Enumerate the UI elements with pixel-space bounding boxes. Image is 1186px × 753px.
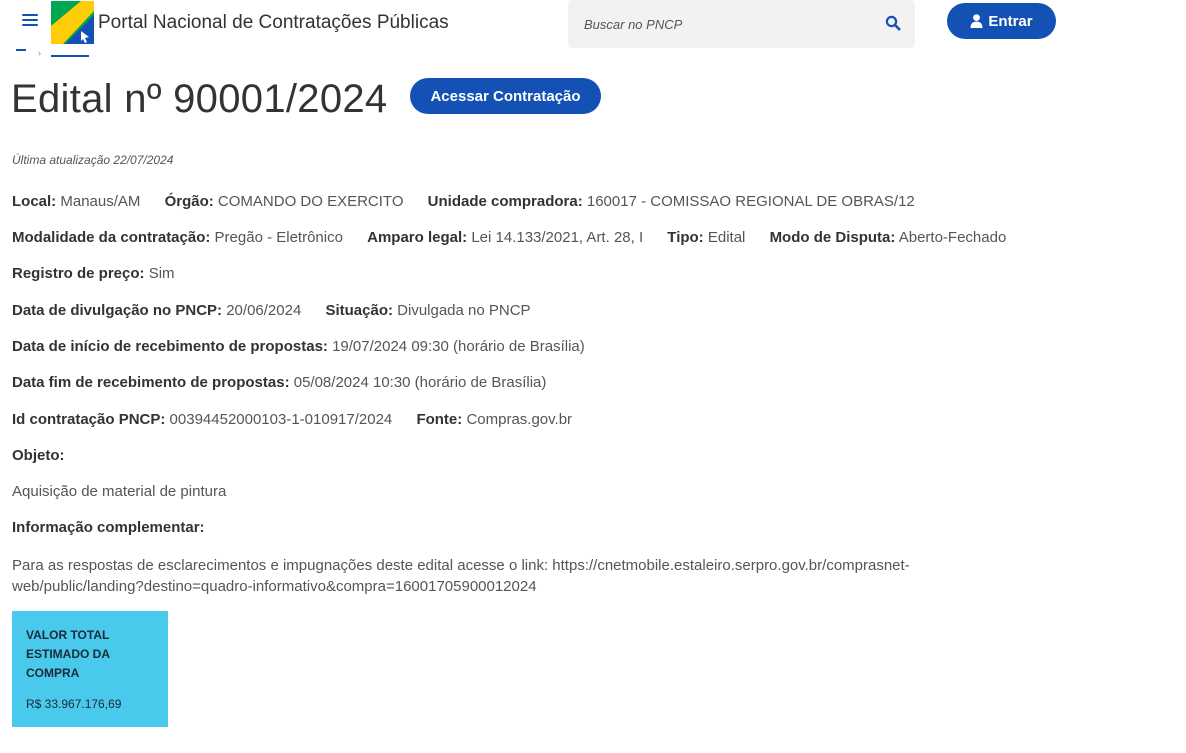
info-heading: Informação complementar: xyxy=(12,519,205,536)
modalidade-label: Modalidade da contratação: xyxy=(12,229,211,246)
details-row-start-date: Data de início de recebimento de propost… xyxy=(12,338,585,355)
id-value: 00394452000103-1-010917/2024 xyxy=(169,411,393,428)
divulgacao-value: 20/06/2024 xyxy=(226,302,302,319)
tipo-label: Tipo: xyxy=(667,229,704,246)
local-value: Manaus/AM xyxy=(60,193,141,210)
site-title[interactable]: Portal Nacional de Contratações Públicas xyxy=(98,12,449,34)
total-value-card: VALOR TOTAL ESTIMADO DA COMPRA R$ 33.967… xyxy=(12,611,168,727)
disputa-label: Modo de Disputa: xyxy=(769,229,896,246)
id-label: Id contratação PNCP: xyxy=(12,411,166,428)
breadcrumb-separator: › xyxy=(38,49,41,58)
objeto-heading: Objeto: xyxy=(12,447,65,464)
user-icon xyxy=(970,14,983,28)
fonte-label: Fonte: xyxy=(416,411,463,428)
search-icon[interactable] xyxy=(885,15,901,31)
fonte-value: Compras.gov.br xyxy=(466,411,573,428)
login-button[interactable]: Entrar xyxy=(947,3,1056,39)
inicio-label: Data de início de recebimento de propost… xyxy=(12,338,328,355)
hamburger-menu-icon[interactable] xyxy=(22,14,38,30)
total-value-amount: R$ 33.967.176,69 xyxy=(26,697,122,711)
registro-value: Sim xyxy=(148,265,175,282)
details-row-id: Id contratação PNCP: 00394452000103-1-01… xyxy=(12,411,572,428)
fim-value: 05/08/2024 10:30 (horário de Brasília) xyxy=(293,374,547,391)
unidade-label: Unidade compradora: xyxy=(427,193,583,210)
local-label: Local: xyxy=(12,193,57,210)
objeto-value: Aquisição de material de pintura xyxy=(12,483,227,500)
search-bar xyxy=(568,0,915,48)
tipo-value: Edital xyxy=(707,229,746,246)
situacao-label: Situação: xyxy=(325,302,393,319)
breadcrumb-link[interactable] xyxy=(51,49,89,57)
details-row-location: Local: Manaus/AM Órgão: COMANDO DO EXERC… xyxy=(12,193,915,210)
search-input[interactable] xyxy=(568,0,884,48)
modalidade-value: Pregão - Eletrônico xyxy=(214,229,343,246)
divulgacao-label: Data de divulgação no PNCP: xyxy=(12,302,223,319)
home-icon[interactable] xyxy=(16,49,26,57)
breadcrumb: › xyxy=(14,49,134,59)
fim-label: Data fim de recebimento de propostas: xyxy=(12,374,290,391)
details-row-modality: Modalidade da contratação: Pregão - Elet… xyxy=(12,229,1006,246)
details-row-end-date: Data fim de recebimento de propostas: 05… xyxy=(12,374,546,391)
info-label: Informação complementar: xyxy=(12,519,205,536)
page-title: Edital nº 90001/2024 xyxy=(11,77,388,121)
unidade-value: 160017 - COMISSAO REGIONAL DE OBRAS/12 xyxy=(586,193,915,210)
login-button-label: Entrar xyxy=(988,12,1033,30)
situacao-value: Divulgada no PNCP xyxy=(397,302,531,319)
registro-label: Registro de preço: xyxy=(12,265,145,282)
disputa-value: Aberto-Fechado xyxy=(898,229,1007,246)
details-row-publication: Data de divulgação no PNCP: 20/06/2024 S… xyxy=(12,302,531,319)
last-update-text: Última atualização 22/07/2024 xyxy=(12,153,174,167)
total-value-label: VALOR TOTAL ESTIMADO DA COMPRA xyxy=(26,628,110,680)
amparo-value: Lei 14.133/2021, Art. 28, I xyxy=(471,229,644,246)
access-contract-button[interactable]: Acessar Contratação xyxy=(410,78,601,114)
details-row-price-registry: Registro de preço: Sim xyxy=(12,265,175,282)
orgao-value: COMANDO DO EXERCITO xyxy=(217,193,404,210)
inicio-value: 19/07/2024 09:30 (horário de Brasília) xyxy=(332,338,585,355)
amparo-label: Amparo legal: xyxy=(367,229,468,246)
objeto-label: Objeto: xyxy=(12,447,65,464)
info-value: Para as respostas de esclarecimentos e i… xyxy=(12,557,910,595)
pncp-logo[interactable] xyxy=(51,1,94,44)
top-header: Portal Nacional de Contratações Públicas… xyxy=(0,0,1186,50)
orgao-label: Órgão: xyxy=(164,193,214,210)
